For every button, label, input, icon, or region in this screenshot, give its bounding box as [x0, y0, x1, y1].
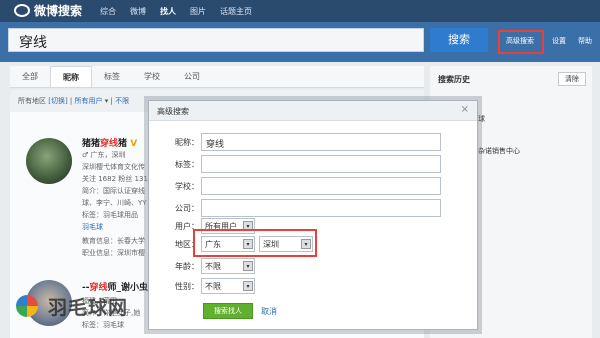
verified-badge-icon: V — [130, 139, 138, 149]
tab-nickname[interactable]: 昵称 — [50, 66, 92, 87]
result-name-suffix: 师_谢小虫 — [107, 283, 149, 293]
filter-users[interactable]: 所有用户 — [75, 97, 103, 105]
result-name-highlight: 穿线 — [100, 139, 119, 149]
watermark-logo-icon — [16, 295, 38, 317]
search-people-button[interactable]: 搜索找人 — [203, 303, 253, 319]
history-item[interactable]: 杂诺销售中心 — [478, 146, 520, 156]
weibo-logo-icon — [14, 4, 30, 17]
dialog-header: 高级搜索 × — [149, 101, 477, 121]
age-select[interactable]: 不限 ▾ — [201, 258, 255, 274]
top-navigation-bar: 微博搜索 综合 微博 找人 图片 话题主页 — [0, 0, 600, 22]
nickname-field[interactable]: 穿线 — [201, 133, 441, 151]
tag-row: 标签： — [149, 155, 477, 175]
chevron-down-icon: ▾ — [243, 261, 253, 271]
region-highlight-box — [193, 229, 317, 257]
result-name[interactable]: --穿线师_谢小虫 — [82, 280, 148, 293]
history-item[interactable]: 球 — [478, 114, 485, 124]
result-name-highlight: 穿线 — [89, 283, 108, 293]
clear-history-button[interactable]: 清除 — [558, 72, 586, 86]
tag-label: 标签： — [175, 160, 199, 169]
close-icon[interactable]: × — [461, 104, 469, 115]
cancel-link[interactable]: 取消 — [261, 306, 277, 317]
school-row: 学校： — [149, 177, 477, 197]
age-row: 年龄： 不限 ▾ — [149, 257, 477, 277]
logo-text[interactable]: 微博搜索 — [34, 2, 82, 19]
tag-field[interactable] — [201, 155, 441, 173]
advanced-search-dialog: 高级搜索 × 昵称： 穿线 标签： 学校： 公司： 用户： 所有用户 ▾ 地区：… — [148, 100, 478, 330]
company-field[interactable] — [201, 199, 441, 217]
result-line: 球、李宁、川崎、YY — [82, 199, 147, 207]
nav-item-all[interactable]: 综合 — [100, 6, 116, 17]
school-field[interactable] — [201, 177, 441, 195]
nav-item-weibo[interactable]: 微博 — [130, 6, 146, 17]
result-tag-link[interactable]: 羽毛球 — [82, 222, 103, 232]
gender-label: 性别： — [175, 282, 199, 291]
search-input[interactable]: 穿线 — [8, 28, 424, 52]
nav-item-pictures[interactable]: 图片 — [190, 6, 206, 17]
dialog-title: 高级搜索 — [157, 107, 189, 116]
school-label: 学校： — [175, 182, 199, 191]
gender-row: 性别： 不限 ▾ — [149, 277, 477, 297]
result-education: 教育信息：长春大学 — [82, 237, 145, 245]
age-label: 年龄： — [175, 262, 199, 271]
nav-item-topics[interactable]: 话题主页 — [220, 6, 252, 17]
age-select-value: 不限 — [205, 262, 221, 271]
result-career: 职业信息：深圳市樱 — [82, 249, 145, 257]
watermark-text: 羽毛球网 — [48, 297, 129, 319]
top-nav: 综合 微博 找人 图片 话题主页 — [100, 6, 252, 17]
nickname-label: 昵称： — [175, 138, 199, 147]
nickname-row: 昵称： 穿线 — [149, 133, 477, 153]
result-name[interactable]: 猪猪穿线猪 V — [82, 136, 137, 149]
avatar[interactable] — [26, 138, 72, 184]
filter-region: 所有地区 — [18, 97, 46, 105]
gender-select[interactable]: 不限 ▾ — [201, 278, 255, 294]
settings-link[interactable]: 设置 — [552, 36, 566, 46]
result-location-text: 广东，深圳 — [90, 151, 126, 159]
tab-company[interactable]: 公司 — [172, 66, 212, 87]
result-tags: 标签：羽毛球用品 — [82, 211, 138, 219]
result-tags: 标签：羽毛球 — [82, 321, 124, 329]
tab-all[interactable]: 全部 — [10, 66, 50, 87]
filter-extra[interactable]: 不限 — [115, 97, 129, 105]
tab-tags[interactable]: 标签 — [92, 66, 132, 87]
result-name-suffix: 猪 — [118, 139, 128, 149]
help-link[interactable]: 帮助 — [578, 36, 592, 46]
result-intro: 简介：国际认证穿线 — [82, 187, 145, 195]
search-button[interactable]: 搜索 — [430, 28, 488, 52]
result-stats: 关注 1682 粉丝 1311 — [82, 175, 153, 183]
search-query: 穿线 — [19, 35, 47, 51]
gender-select-value: 不限 — [205, 282, 221, 291]
result-name-prefix: 猪猪 — [82, 139, 101, 149]
chevron-down-icon: ▾ — [243, 281, 253, 291]
advanced-search-highlight-box — [498, 30, 544, 54]
result-tabs: 全部 昵称 标签 学校 公司 — [10, 66, 424, 88]
company-label: 公司： — [175, 204, 199, 213]
tab-school[interactable]: 学校 — [132, 66, 172, 87]
nav-item-people[interactable]: 找人 — [160, 6, 176, 17]
result-line: 深圳樱弋体育文化传 — [82, 163, 145, 171]
company-row: 公司： — [149, 199, 477, 219]
filter-region-switch[interactable]: [切换] — [48, 97, 67, 105]
result-location: ♂ 广东，深圳 — [82, 151, 126, 159]
history-title: 搜索历史 — [438, 75, 470, 84]
